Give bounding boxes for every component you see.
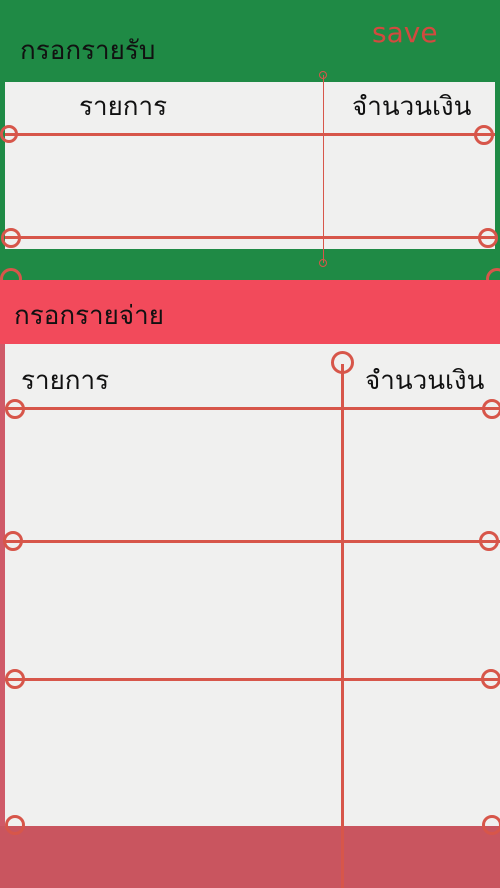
divider-handle-icon[interactable] <box>319 259 327 267</box>
income-table: รายการ จำนวนเงิน <box>5 82 495 249</box>
divider-handle-icon[interactable] <box>319 71 327 79</box>
income-col-item: รายการ <box>79 92 168 122</box>
expense-header: กรอกรายจ่าย <box>0 280 500 344</box>
row-handle-icon[interactable] <box>481 669 500 689</box>
income-row-line <box>5 133 495 136</box>
row-handle-icon[interactable] <box>5 815 25 835</box>
row-handle-icon[interactable] <box>1 228 21 248</box>
divider-handle-icon[interactable] <box>331 351 354 374</box>
row-handle-icon[interactable] <box>3 531 23 551</box>
row-handle-icon[interactable] <box>482 399 500 419</box>
expense-col-amount: จำนวนเงิน <box>365 366 485 396</box>
expense-row-line <box>5 540 500 543</box>
expense-column-divider <box>341 364 344 888</box>
expense-table: รายการ จำนวนเงิน <box>5 344 500 826</box>
row-handle-icon[interactable] <box>478 228 498 248</box>
income-col-amount: จำนวนเงิน <box>352 92 472 122</box>
income-title: กรอกรายรับ <box>20 36 156 66</box>
income-row-line <box>5 236 495 239</box>
row-handle-icon[interactable] <box>5 669 25 689</box>
expense-row-line <box>5 407 500 410</box>
row-handle-icon[interactable] <box>474 125 494 145</box>
income-section: กรอกรายรับ save รายการ จำนวนเงิน <box>0 0 500 290</box>
expense-row-line <box>5 678 500 681</box>
row-handle-icon[interactable] <box>482 815 500 835</box>
expense-footer <box>0 826 500 888</box>
row-handle-icon[interactable] <box>5 399 25 419</box>
row-handle-icon[interactable] <box>0 125 18 143</box>
save-button[interactable]: save <box>372 16 438 49</box>
expense-col-item: รายการ <box>21 366 110 396</box>
row-handle-icon[interactable] <box>479 531 499 551</box>
expense-title: กรอกรายจ่าย <box>14 301 164 331</box>
income-column-divider <box>323 75 324 263</box>
